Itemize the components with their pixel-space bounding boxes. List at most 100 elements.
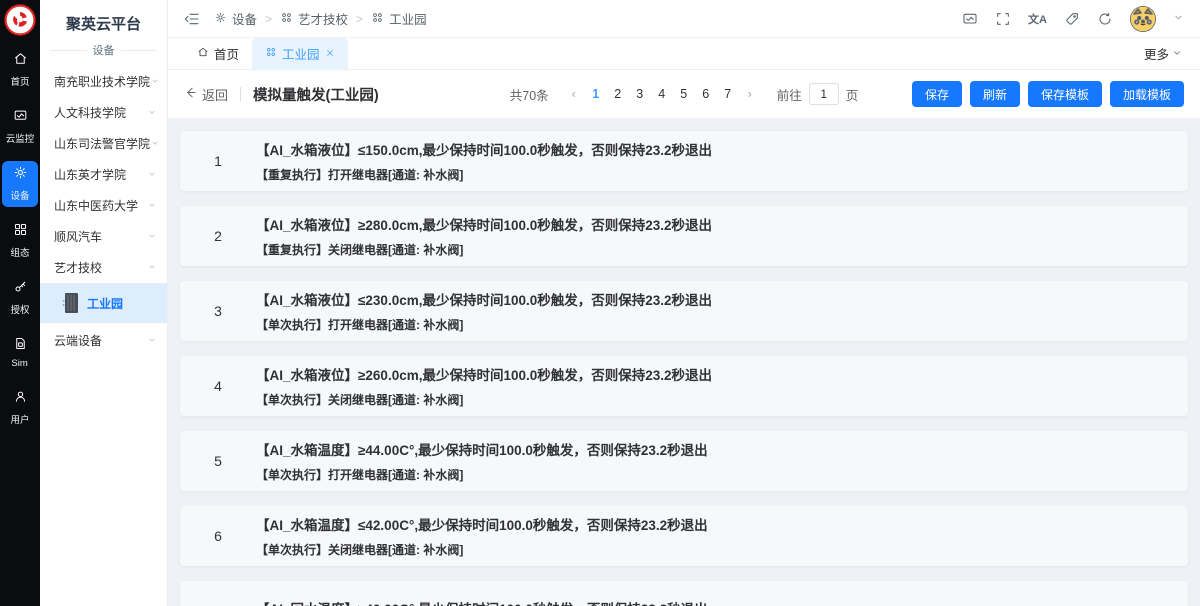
rule-row[interactable]: 1 【AI_水箱液位】≤150.0cm,最少保持时间100.0秒触发，否则保持2… (180, 131, 1188, 191)
rail-item-users[interactable]: 用户 (2, 385, 38, 431)
rail-item-scada[interactable]: 组态 (2, 218, 38, 264)
gear-icon (214, 11, 227, 27)
key-icon (13, 279, 28, 299)
refresh-icon[interactable] (1097, 11, 1113, 27)
save-button[interactable]: 保存 (912, 81, 962, 107)
back-button[interactable]: 返回 (184, 85, 228, 104)
chevron-down-icon (147, 230, 157, 244)
rule-row[interactable]: 3 【AI_水箱液位】≤230.0cm,最少保持时间100.0秒触发，否则保持2… (180, 281, 1188, 341)
chevron-down-icon (150, 137, 160, 151)
page-button-7[interactable]: 7 (717, 85, 739, 103)
chevron-down-icon (147, 199, 157, 213)
total-count: 共70条 (510, 85, 549, 104)
rule-condition: 【AI_水箱液位】≤230.0cm,最少保持时间100.0秒触发，否则保持23.… (256, 289, 712, 309)
page-button-4[interactable]: 4 (651, 85, 673, 103)
rule-action: 【重复执行】打开继电器[通道: 补水阀] (256, 166, 712, 183)
goto-page-input[interactable] (809, 83, 839, 105)
breadcrumb-item-devices[interactable]: 设备 (214, 9, 257, 28)
sidebar-item-org-2[interactable]: 人文科技学院 (40, 97, 167, 128)
sidebar-item-org-3[interactable]: 山东司法警官学院 (40, 128, 167, 159)
org-label: 山东司法警官学院 (54, 135, 150, 152)
rule-action: 【重复执行】关闭继电器[通道: 补水阀] (256, 241, 712, 258)
refresh-button[interactable]: 刷新 (970, 81, 1020, 107)
breadcrumb-separator: > (356, 12, 363, 26)
rule-row[interactable]: 5 【AI_水箱温度】≥44.00C°,最少保持时间100.0秒触发，否则保持2… (180, 431, 1188, 491)
tab-home[interactable]: 首页 (184, 38, 252, 69)
page-button-2[interactable]: 2 (607, 85, 629, 103)
chevron-down-icon[interactable] (1173, 10, 1184, 28)
rail-item-cloud-monitor[interactable]: 云监控 (2, 104, 38, 150)
org-label: 云端设备 (54, 332, 102, 349)
tab-industrial-park[interactable]: 工业园 (252, 38, 348, 69)
topbar-actions: 文A (962, 6, 1184, 32)
rule-row[interactable]: 2 【AI_水箱液位】≥280.0cm,最少保持时间100.0秒触发，否则保持2… (180, 206, 1188, 266)
group-icon (265, 46, 277, 61)
home-icon (13, 51, 28, 71)
tag-icon[interactable] (1064, 11, 1080, 27)
rail-item-devices[interactable]: 设备 (2, 161, 38, 207)
sim-card-icon (13, 336, 28, 356)
collapse-sidebar-icon[interactable] (184, 11, 200, 27)
rail-item-authorize[interactable]: 授权 (2, 275, 38, 321)
sidebar-item-cloud-devices[interactable]: 云端设备 (40, 325, 167, 356)
close-icon[interactable] (325, 47, 335, 61)
breadcrumb-item-park[interactable]: 工业园 (371, 9, 427, 28)
tab-label: 工业园 (282, 44, 320, 63)
user-icon (13, 389, 28, 409)
rule-index: 6 (180, 528, 256, 544)
cloud-monitor-icon (13, 108, 28, 128)
rule-condition: 【AI_水箱温度】≤42.00C°,最少保持时间100.0秒触发，否则保持23.… (256, 514, 708, 534)
goto-unit-label: 页 (846, 85, 859, 104)
rail-item-label: 授权 (11, 301, 30, 315)
rail-item-label: Sim (12, 358, 28, 368)
page-title: 模拟量触发(工业园) (253, 84, 379, 105)
sidebar-item-org-4[interactable]: 山东英才学院 (40, 159, 167, 190)
rule-action: 【单次执行】打开继电器[通道: 补水阀] (256, 316, 712, 333)
rule-condition: 【AI_回水温度】≥40.00C°,最少保持时间100.0秒触发，否则保持23.… (256, 598, 708, 606)
load-template-button[interactable]: 加载模板 (1110, 81, 1184, 107)
rail-item-label: 用户 (11, 411, 30, 425)
sidebar-section-label: 设备 (93, 42, 115, 58)
sidebar-item-org-6[interactable]: 顺风汽车 (40, 221, 167, 252)
breadcrumb-separator: > (265, 12, 272, 26)
more-dropdown[interactable]: 更多 (1144, 38, 1200, 69)
screen-chart-icon[interactable] (962, 11, 978, 27)
content-toolbar: 返回 模拟量触发(工业园) 共70条 ‹ 1 2 3 4 5 6 7 › 前往 (168, 70, 1200, 118)
rail-item-home[interactable]: 首页 (2, 47, 38, 93)
org-sidebar: 聚英云平台 设备 南充职业技术学院 人文科技学院 山东司法警官学院 山东英才学院… (40, 0, 168, 606)
org-label: 艺才技校 (54, 259, 102, 276)
chevron-down-icon (147, 334, 157, 348)
breadcrumb-label: 艺才技校 (298, 9, 348, 28)
rule-row[interactable]: 6 【AI_水箱温度】≤42.00C°,最少保持时间100.0秒触发，否则保持2… (180, 506, 1188, 566)
sidebar-item-org-5[interactable]: 山东中医药大学 (40, 190, 167, 221)
fullscreen-icon[interactable] (995, 11, 1011, 27)
org-label: 顺风汽车 (54, 228, 102, 245)
sidebar-item-org-1[interactable]: 南充职业技术学院 (40, 66, 167, 97)
prev-page-button[interactable]: ‹ (563, 85, 585, 103)
sidebar-item-industrial-park[interactable]: 工业园 (40, 283, 167, 323)
org-label: 山东中医药大学 (54, 197, 138, 214)
page-button-6[interactable]: 6 (695, 85, 717, 103)
rule-condition: 【AI_水箱液位】≥260.0cm,最少保持时间100.0秒触发，否则保持23.… (256, 364, 712, 384)
page-button-1[interactable]: 1 (585, 85, 607, 103)
rule-row[interactable]: 4 【AI_水箱液位】≥260.0cm,最少保持时间100.0秒触发，否则保持2… (180, 356, 1188, 416)
user-avatar[interactable] (1130, 6, 1156, 32)
page-button-3[interactable]: 3 (629, 85, 651, 103)
translate-icon[interactable]: 文A (1028, 11, 1047, 27)
sidebar-item-org-7[interactable]: 艺才技校 (40, 252, 167, 283)
breadcrumb-item-school[interactable]: 艺才技校 (280, 9, 348, 28)
next-page-button[interactable]: › (739, 85, 761, 103)
brand-logo[interactable] (4, 4, 36, 36)
org-label: 山东英才学院 (54, 166, 126, 183)
arrow-left-icon (184, 86, 197, 102)
page-button-5[interactable]: 5 (673, 85, 695, 103)
rule-index: 2 (180, 228, 256, 244)
main-area: 设备 > 艺才技校 > 工业园 文A (168, 0, 1200, 606)
rule-row[interactable]: 7 【AI_回水温度】≥40.00C°,最少保持时间100.0秒触发，否则保持2… (180, 581, 1188, 606)
rule-index: 3 (180, 303, 256, 319)
rail-item-sim[interactable]: Sim (2, 332, 38, 374)
save-template-button[interactable]: 保存模板 (1028, 81, 1102, 107)
app-root: 首页 云监控 设备 组态 授权 Sim 用户 聚英云平台 (0, 0, 1200, 606)
toolbar-left: 返回 模拟量触发(工业园) (184, 84, 510, 105)
group-icon (371, 11, 384, 27)
